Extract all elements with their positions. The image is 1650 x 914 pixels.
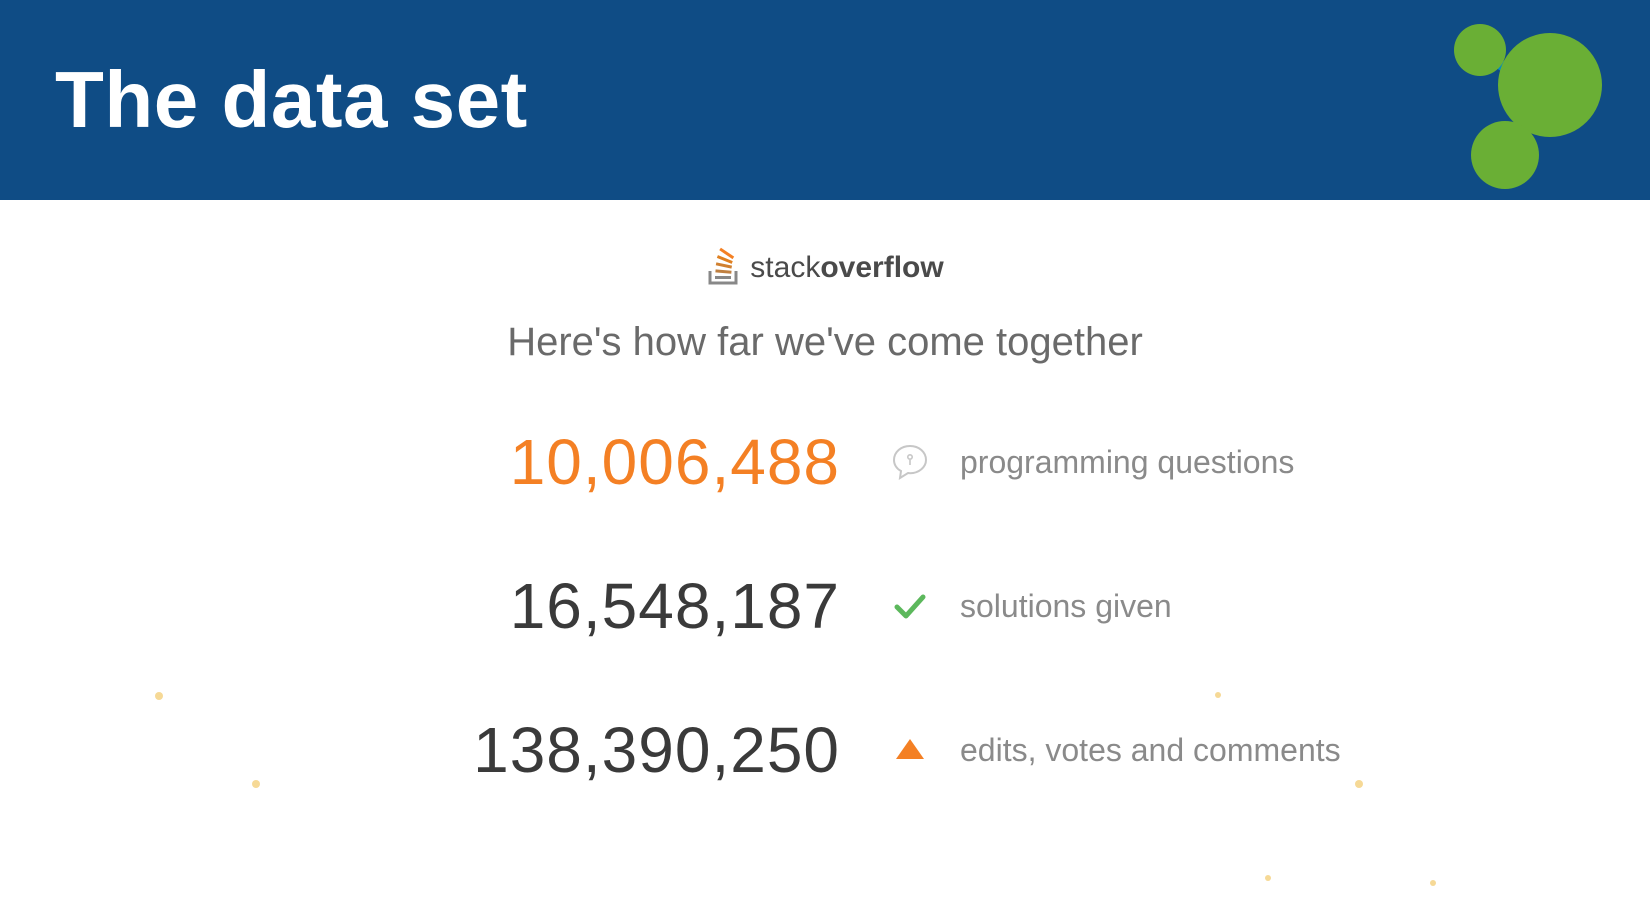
checkmark-icon	[875, 587, 945, 625]
stat-value: 10,006,488	[275, 425, 875, 499]
decorative-dot	[155, 692, 163, 700]
stat-value: 16,548,187	[275, 569, 875, 643]
stat-row-questions: 10,006,488 programming questions	[275, 425, 1375, 499]
decorative-dot	[1430, 880, 1436, 886]
stackoverflow-logo: stackoverflow	[706, 245, 943, 290]
up-triangle-icon	[875, 735, 945, 765]
stat-label: solutions given	[945, 588, 1375, 625]
speech-bubble-icon	[875, 442, 945, 482]
decorative-dot	[1215, 692, 1221, 698]
slide-header: The data set	[0, 0, 1650, 200]
stat-value: 138,390,250	[275, 713, 875, 787]
stat-label: edits, votes and comments	[945, 732, 1375, 769]
slide-title: The data set	[55, 54, 528, 146]
stackoverflow-icon	[706, 245, 742, 290]
stat-row-edits: 138,390,250 edits, votes and comments	[275, 713, 1375, 787]
stackoverflow-wordmark: stackoverflow	[750, 251, 943, 285]
slide-body: stackoverflow Here's how far we've come …	[0, 200, 1650, 787]
stat-row-solutions: 16,548,187 solutions given	[275, 569, 1375, 643]
decorative-dot	[1265, 875, 1271, 881]
subtitle: Here's how far we've come together	[0, 320, 1650, 365]
stat-label: programming questions	[945, 444, 1375, 481]
decorative-dot	[252, 780, 260, 788]
stats-list: 10,006,488 programming questions 16,548,…	[0, 425, 1650, 787]
decorative-dot	[1355, 780, 1363, 788]
neo4j-logo-icon	[1410, 10, 1630, 205]
